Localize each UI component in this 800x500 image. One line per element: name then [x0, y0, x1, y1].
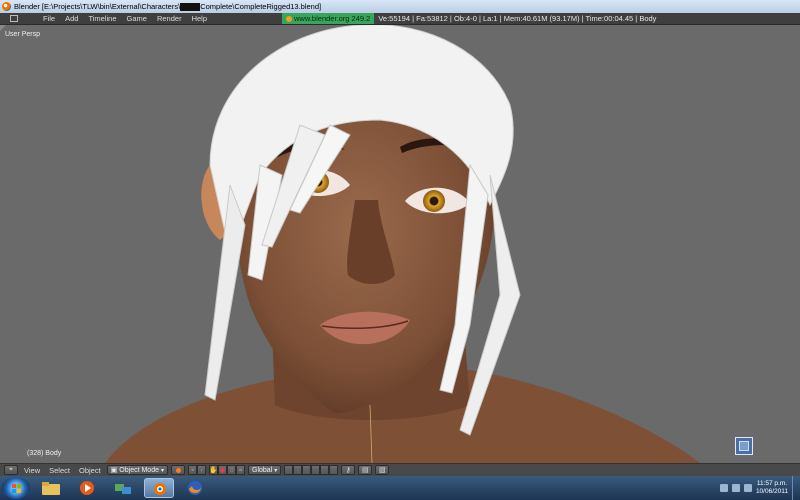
lock-icon[interactable]: ⚷ [341, 465, 356, 475]
editor-grid-icon [10, 15, 18, 22]
pivot-buttons: ◦ · [188, 465, 206, 475]
menu-select[interactable]: Select [46, 466, 73, 475]
taskbar-clock[interactable]: 11:57 p.m. 10/06/2011 [756, 480, 788, 496]
image-icon[interactable]: ▧ [375, 465, 390, 475]
viewport-header: ⌖ View Select Object ▣ Object Mode ▾ ◦ ·… [0, 463, 800, 476]
windows-logo-icon [11, 483, 21, 493]
tray-flag-icon[interactable] [719, 484, 728, 492]
menu-view[interactable]: View [21, 466, 43, 475]
taskbar-explorer[interactable] [36, 478, 66, 498]
scale-icon[interactable]: ▫ [236, 465, 245, 475]
window-title-path: Blender [E:\Projects\TLW\bin\External\Ch… [14, 1, 181, 11]
menu-file[interactable]: File [38, 14, 60, 23]
clock-time: 11:57 p.m. [756, 480, 788, 487]
layer-3-button[interactable] [302, 465, 312, 475]
scene-stats: Ve:55194 | Fa:53812 | Ob:4-0 | La:1 | Me… [378, 14, 657, 23]
show-desktop-button[interactable] [792, 476, 800, 500]
editor-type-button[interactable] [4, 14, 24, 24]
start-button[interactable] [2, 477, 30, 499]
folder-icon [42, 482, 60, 495]
layer-4-button[interactable] [311, 465, 321, 475]
camera-view-inner [739, 441, 749, 451]
blender-icon [154, 483, 166, 495]
translate-icon[interactable] [218, 465, 227, 475]
taskbar-media-player[interactable] [72, 478, 102, 498]
mode-label: Object Mode [119, 466, 159, 474]
blender-logo-icon [2, 2, 11, 11]
menu-game[interactable]: Game [122, 14, 152, 23]
pivot-button[interactable]: ◦ [188, 465, 197, 475]
3d-viewport[interactable]: User Persp (328) Body [0, 25, 800, 463]
info-header: File Add Timeline Game Render Help www.b… [0, 13, 800, 25]
pivot-toggle-button[interactable]: · [197, 465, 206, 475]
object-label: (328) Body [27, 450, 62, 457]
window-title: Blender [E:\Projects\TLW\bin\External\Ch… [14, 2, 321, 11]
chevron-down-icon: ▾ [160, 467, 164, 474]
tray-volume-icon[interactable] [743, 484, 752, 492]
render-icon[interactable]: ▤ [358, 465, 373, 475]
right-iris [423, 190, 445, 212]
windows-taskbar: 11:57 p.m. 10/06/2011 [0, 476, 800, 500]
shading-button[interactable] [171, 465, 185, 475]
network-icon [115, 484, 131, 494]
character-model [105, 25, 700, 463]
layer-1-button[interactable] [284, 465, 294, 475]
viewport-editor-type-button[interactable]: ⌖ [4, 465, 18, 475]
menu-add[interactable]: Add [60, 14, 83, 23]
orientation-label: Global [252, 466, 273, 474]
menu-help[interactable]: Help [187, 14, 212, 23]
redacted-block [180, 3, 201, 11]
layer-5-button[interactable] [320, 465, 330, 475]
menu-render[interactable]: Render [152, 14, 187, 23]
chevron-down-icon: ▾ [274, 467, 278, 474]
mode-dropdown[interactable]: ▣ Object Mode ▾ [106, 465, 168, 475]
clock-date: 10/06/2011 [755, 488, 788, 495]
layer-6-button[interactable] [329, 465, 339, 475]
main-menu: File Add Timeline Game Render Help [38, 14, 212, 23]
taskbar-network[interactable] [108, 478, 138, 498]
window-title-file: Complete\CompleteRigged13.blend] [200, 1, 322, 11]
site-label: www.blender.org 249.2 [294, 14, 371, 23]
system-tray: 11:57 p.m. 10/06/2011 [719, 480, 788, 496]
tray-network-icon[interactable] [731, 484, 740, 492]
layer-2-button[interactable] [293, 465, 303, 475]
firefox-icon [188, 481, 202, 495]
translate-arrow-icon [220, 467, 225, 473]
window-title-bar: Blender [E:\Projects\TLW\bin\External\Ch… [0, 0, 800, 13]
hand-icon[interactable]: ✋ [209, 465, 218, 475]
menu-timeline[interactable]: Timeline [83, 14, 121, 23]
menu-object[interactable]: Object [76, 466, 104, 475]
shading-sphere-icon [175, 467, 181, 473]
taskbar-blender[interactable] [144, 478, 174, 498]
camera-view-icon[interactable] [735, 437, 753, 455]
mode-cube-icon: ▣ [110, 467, 118, 474]
taskbar-firefox[interactable] [180, 478, 210, 498]
rotate-icon[interactable]: ◌ [227, 465, 236, 475]
media-player-icon [80, 481, 94, 495]
orientation-dropdown[interactable]: Global ▾ [248, 465, 282, 475]
blender-icon [286, 15, 293, 22]
blender-site-button[interactable]: www.blender.org 249.2 [282, 13, 375, 24]
layer-buttons [284, 465, 339, 475]
manipulator-buttons: ✋ ◌ ▫ [209, 465, 245, 475]
